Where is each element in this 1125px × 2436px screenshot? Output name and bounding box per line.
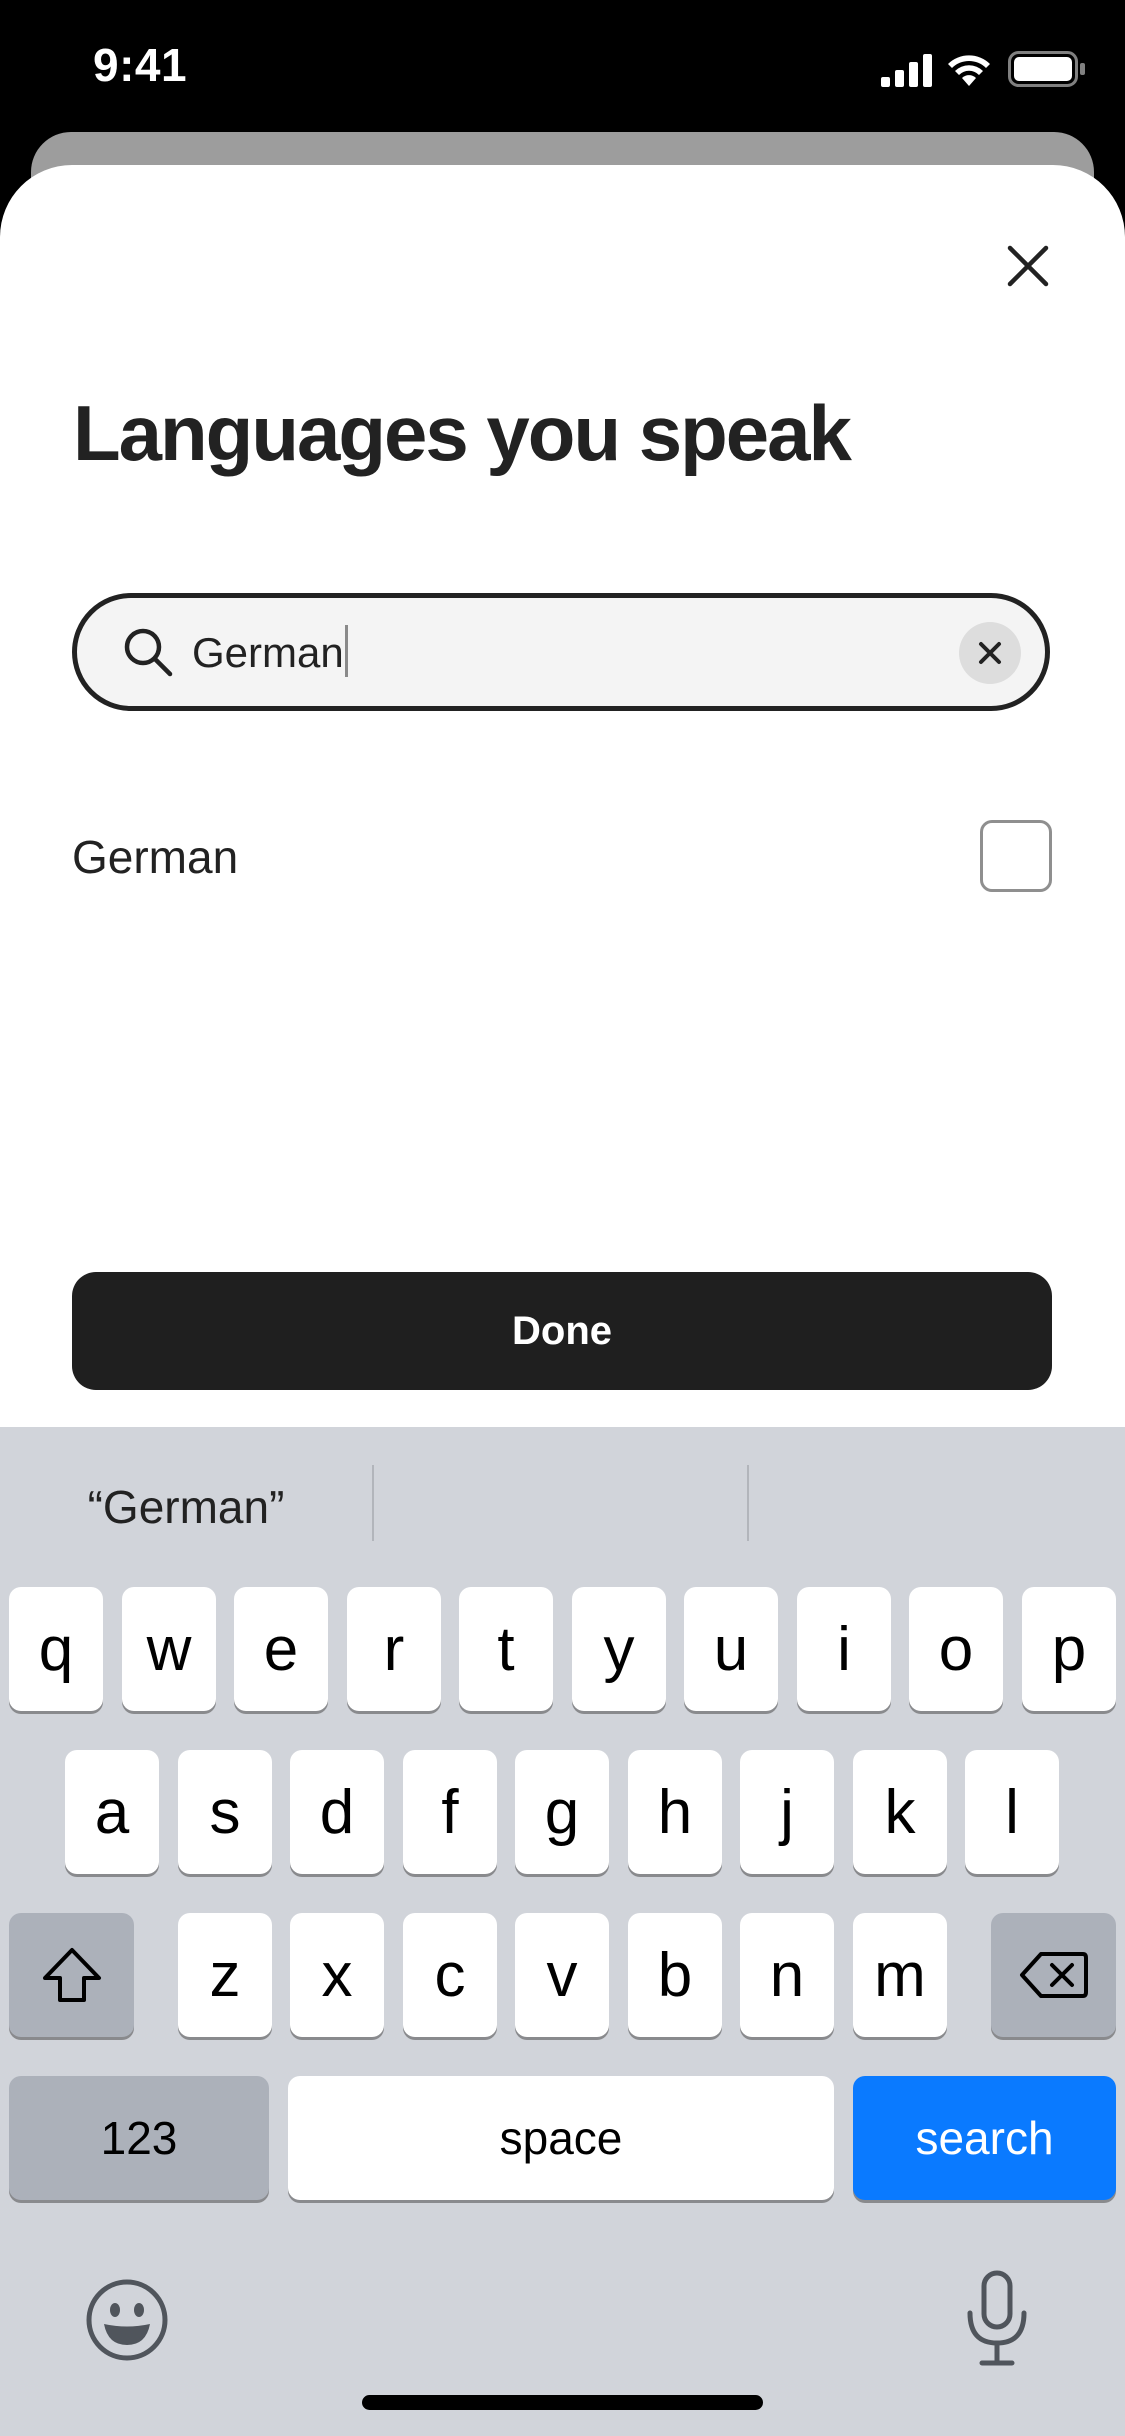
key-p[interactable]: p — [1022, 1587, 1116, 1711]
page-title: Languages you speak — [73, 389, 852, 477]
key-h[interactable]: h — [628, 1750, 722, 1874]
key-i[interactable]: i — [797, 1587, 891, 1711]
key-z[interactable]: z — [178, 1913, 272, 2037]
backspace-icon — [1019, 1952, 1088, 1998]
suggestion-2[interactable] — [374, 1467, 746, 1547]
space-key[interactable]: space — [288, 2076, 834, 2200]
status-bar: 9:41 — [0, 0, 1125, 140]
key-u[interactable]: u — [684, 1587, 778, 1711]
battery-icon — [1008, 51, 1085, 87]
status-time: 9:41 — [93, 39, 188, 91]
key-s[interactable]: s — [178, 1750, 272, 1874]
key-d[interactable]: d — [290, 1750, 384, 1874]
clear-search-button[interactable] — [959, 622, 1021, 684]
key-c[interactable]: c — [403, 1913, 497, 2037]
key-n[interactable]: n — [740, 1913, 834, 2037]
close-icon — [1007, 245, 1049, 287]
search-icon — [124, 628, 173, 677]
key-o[interactable]: o — [909, 1587, 1003, 1711]
search-input-value: German — [192, 629, 344, 676]
key-l[interactable]: l — [965, 1750, 1059, 1874]
language-label: German — [72, 831, 239, 883]
key-e[interactable]: e — [234, 1587, 328, 1711]
shift-key[interactable] — [9, 1913, 134, 2037]
key-q[interactable]: q — [9, 1587, 103, 1711]
key-y[interactable]: y — [572, 1587, 666, 1711]
suggestion-3[interactable] — [749, 1467, 1121, 1547]
clear-icon — [979, 642, 1001, 664]
text-caret — [344, 625, 348, 677]
search-field[interactable]: German — [72, 593, 1050, 711]
key-v[interactable]: v — [515, 1913, 609, 2037]
key-r[interactable]: r — [347, 1587, 441, 1711]
key-a[interactable]: a — [65, 1750, 159, 1874]
emoji-icon — [86, 2279, 168, 2361]
key-x[interactable]: x — [290, 1913, 384, 2037]
key-t[interactable]: t — [459, 1587, 553, 1711]
key-w[interactable]: w — [122, 1587, 216, 1711]
close-button[interactable] — [995, 233, 1061, 299]
wifi-icon — [948, 55, 990, 86]
list-item[interactable]: German — [72, 818, 1052, 898]
numbers-key[interactable]: 123 — [9, 2076, 269, 2200]
search-input[interactable]: German — [192, 620, 348, 686]
search-key[interactable]: search — [853, 2076, 1116, 2200]
key-g[interactable]: g — [515, 1750, 609, 1874]
shift-icon — [42, 1948, 101, 2002]
suggestion-1[interactable]: “German” — [0, 1467, 372, 1547]
key-m[interactable]: m — [853, 1913, 947, 2037]
keyboard: “German” q w e r t y u i o p a s d f g h… — [0, 1427, 1125, 2436]
key-b[interactable]: b — [628, 1913, 722, 2037]
language-checkbox[interactable] — [980, 820, 1052, 892]
key-f[interactable]: f — [403, 1750, 497, 1874]
key-k[interactable]: k — [853, 1750, 947, 1874]
key-j[interactable]: j — [740, 1750, 834, 1874]
backspace-key[interactable] — [991, 1913, 1116, 2037]
microphone-icon — [967, 2270, 1027, 2366]
done-button[interactable]: Done — [72, 1272, 1052, 1390]
dictation-button[interactable] — [962, 2269, 1032, 2369]
home-indicator — [362, 2395, 763, 2410]
emoji-button[interactable] — [84, 2277, 170, 2363]
